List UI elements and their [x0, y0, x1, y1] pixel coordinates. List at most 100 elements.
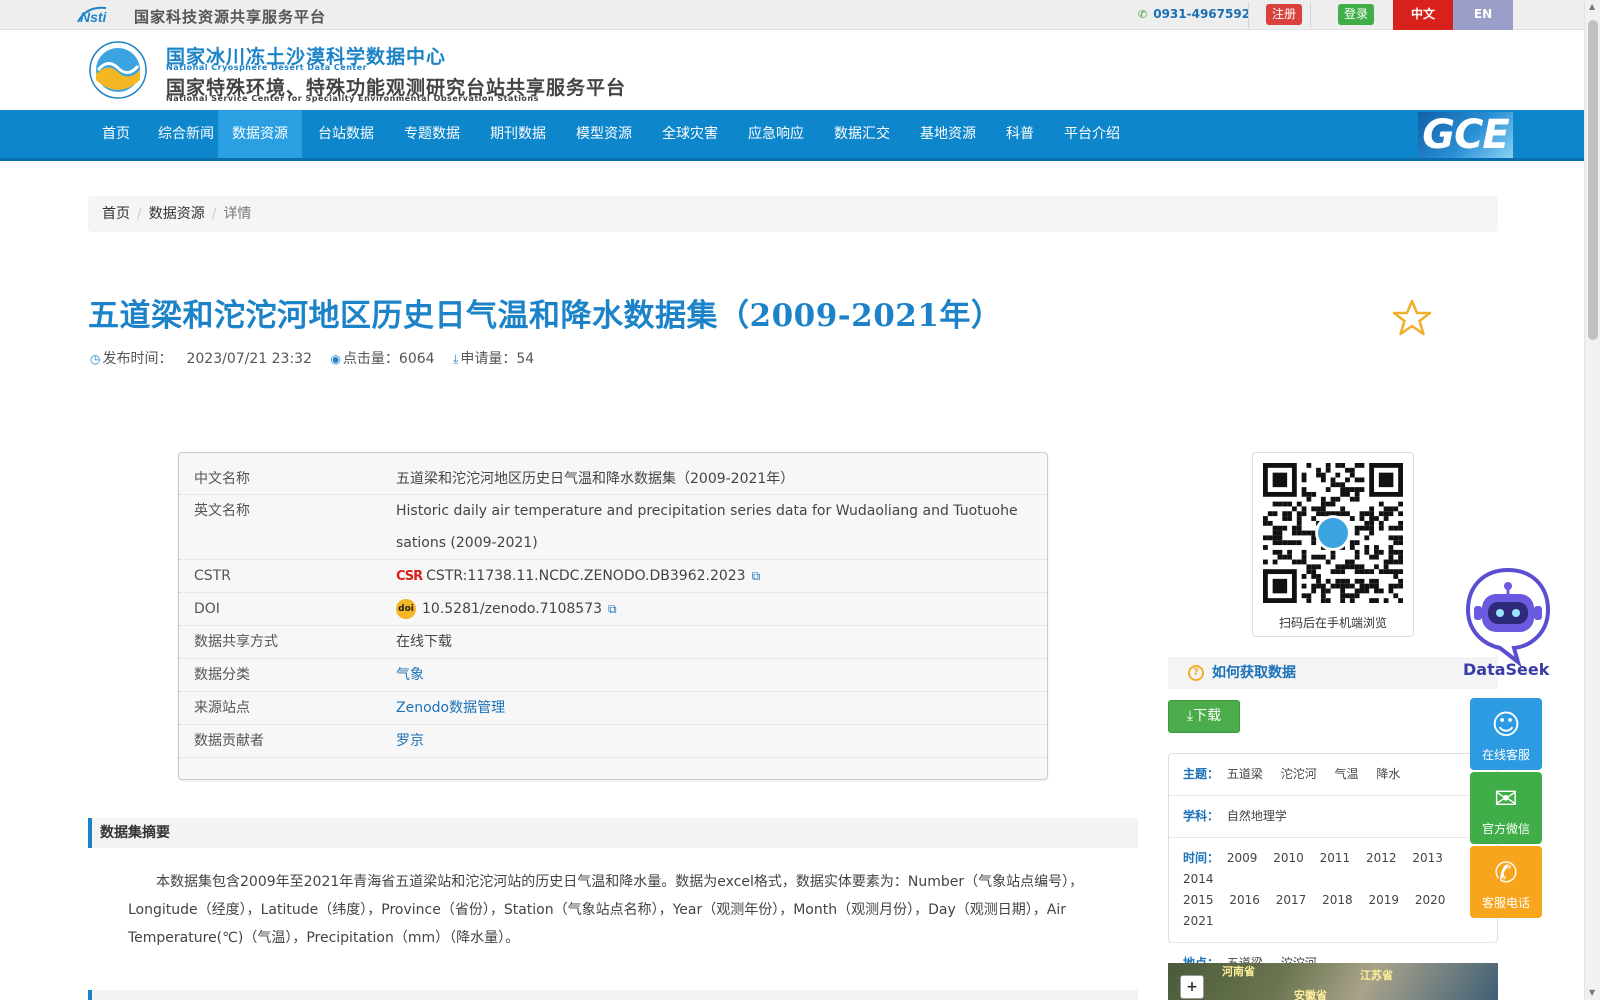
contributor-label: 数据贡献者 — [194, 733, 264, 749]
phone-number: 0931-4967592 — [1153, 7, 1251, 21]
dataset-info-table: 中文名称 五道梁和沱沱河地区历史日气温和降水数据集（2009-2021年） 英文… — [178, 452, 1048, 780]
nav-item-data-resources[interactable]: 数据资源 — [218, 110, 302, 158]
download-icon: ⤓ — [453, 352, 459, 366]
year-tag[interactable]: 2012 — [1366, 851, 1397, 865]
contributor-value: 罗京 — [396, 725, 1047, 757]
cstr-label: CSTR — [194, 568, 231, 584]
year-tag[interactable]: 2015 — [1183, 893, 1214, 907]
breadcrumb-data-resources[interactable]: 数据资源 — [149, 206, 205, 222]
year-tag[interactable]: 2009 — [1227, 851, 1258, 865]
qr-caption: 扫码后在手机端浏览 — [1278, 616, 1387, 630]
external-link-icon[interactable]: ⧉ — [752, 569, 761, 583]
clock-icon: ◷ — [90, 352, 101, 366]
location-map[interactable]: 河南省 江苏省 安徽省 + — [1168, 963, 1498, 1000]
year-tag[interactable]: 2014 — [1183, 872, 1214, 886]
breadcrumb-home[interactable]: 首页 — [102, 206, 130, 222]
theme-tag[interactable]: 五道梁 — [1227, 767, 1263, 781]
nav-item-base-resources[interactable]: 基地资源 — [906, 110, 990, 158]
nav-item-news[interactable]: 综合新闻 — [144, 110, 228, 158]
nav-item-about[interactable]: 平台介绍 — [1050, 110, 1134, 158]
nsti-logo-text: Nsti — [80, 9, 108, 25]
category-link[interactable]: 气象 — [396, 667, 424, 683]
site-header: 国家冰川冻土沙漠科学数据中心 National Cryosphere Deser… — [0, 30, 1584, 108]
online-service-button[interactable]: ☺ 在线客服 — [1470, 698, 1542, 770]
platform-name[interactable]: 国家科技资源共享服务平台 — [134, 6, 326, 27]
lang-english-button[interactable]: EN — [1453, 0, 1513, 30]
lang-chinese-button[interactable]: 中文 — [1393, 0, 1453, 30]
table-row: 英文名称 Historic daily air temperature and … — [179, 495, 1047, 560]
publish-label: 发布时间： — [102, 351, 173, 367]
abstract-text: 本数据集包含2009年至2021年青海省五道梁站和沱沱河站的历史日气温和降水量。… — [128, 874, 1084, 946]
phone-service-button[interactable]: ✆ 客服电话 — [1470, 846, 1542, 918]
map-label: 安徽省 — [1294, 989, 1327, 1000]
discipline-row: 学科： 自然地理学 — [1169, 796, 1497, 838]
table-row: 数据分类 气象 — [179, 659, 1047, 692]
contributor-link[interactable]: 罗京 — [396, 733, 424, 749]
download-button[interactable]: ⤓下载 — [1168, 700, 1240, 733]
how-to-get-data[interactable]: ? 如何获取数据 — [1168, 657, 1498, 689]
nav-item-station-data[interactable]: 台站数据 — [304, 110, 388, 158]
wechat-icon: ✉ — [1494, 782, 1518, 815]
cstr-id[interactable]: CSTR:11738.11.NCDC.ZENODO.DB3962.2023 — [426, 568, 745, 584]
gce-badge[interactable]: GCE — [1418, 112, 1513, 158]
year-tag[interactable]: 2017 — [1276, 893, 1307, 907]
login-button[interactable]: 登录 — [1338, 4, 1375, 25]
source-link[interactable]: Zenodo数据管理 — [396, 700, 505, 716]
map-zoom-in-button[interactable]: + — [1180, 975, 1204, 999]
map-label: 河南省 — [1222, 965, 1255, 978]
theme-tag[interactable]: 气温 — [1335, 767, 1359, 781]
nav-item-emergency[interactable]: 应急响应 — [734, 110, 818, 158]
breadcrumb-current: 详情 — [223, 206, 252, 222]
nav-item-home[interactable]: 首页 — [88, 110, 144, 158]
center-title-en: National Cryosphere Desert Data Center — [166, 63, 368, 72]
table-row: 来源站点 Zenodo数据管理 — [179, 692, 1047, 725]
year-tag[interactable]: 2011 — [1320, 851, 1351, 865]
dataseek-label[interactable]: DataSeek — [1463, 660, 1549, 679]
scroll-down-icon[interactable]: ▼ — [1589, 988, 1595, 997]
table-row: 中文名称 五道梁和沱沱河地区历史日气温和降水数据集（2009-2021年） — [179, 463, 1047, 495]
scroll-up-icon[interactable]: ▲ — [1589, 2, 1595, 11]
breadcrumb-separator: / — [137, 206, 142, 222]
map-label: 江苏省 — [1360, 969, 1393, 982]
cn-name-label: 中文名称 — [194, 471, 250, 487]
publish-time: ◷ 发布时间： 2023/07/21 23:32 — [90, 351, 312, 367]
qr-code-panel: 扫码后在手机端浏览 — [1252, 452, 1414, 637]
discipline-label: 学科： — [1183, 809, 1220, 823]
share-mode-label: 数据共享方式 — [194, 634, 278, 650]
nav-item-topic-data[interactable]: 专题数据 — [390, 110, 474, 158]
question-icon: ? — [1188, 665, 1204, 681]
data-center-logo[interactable] — [88, 40, 148, 100]
divider — [1310, 2, 1311, 28]
source-label: 来源站点 — [194, 700, 250, 716]
scrollbar-thumb[interactable] — [1588, 20, 1598, 340]
favorite-star-icon[interactable] — [1392, 298, 1432, 338]
theme-tag[interactable]: 沱沱河 — [1281, 767, 1317, 781]
page-scrollbar[interactable]: ▲ ▼ — [1584, 0, 1600, 1000]
register-button[interactable]: 注册 — [1266, 4, 1303, 25]
wechat-button[interactable]: ✉ 官方微信 — [1470, 772, 1542, 844]
nav-item-journal-data[interactable]: 期刊数据 — [476, 110, 560, 158]
discipline-tag[interactable]: 自然地理学 — [1227, 809, 1287, 823]
doi-id[interactable]: 10.5281/zenodo.7108573 — [422, 601, 602, 617]
request-count: ⤓ 申请量：54 — [453, 351, 534, 367]
qq-penguin-icon: ☺ — [1491, 708, 1521, 741]
theme-tag[interactable]: 降水 — [1376, 767, 1400, 781]
year-tag[interactable]: 2019 — [1369, 893, 1400, 907]
year-tag[interactable]: 2020 — [1415, 893, 1446, 907]
abstract-heading: 数据集摘要 — [88, 818, 1138, 848]
external-link-icon[interactable]: ⧉ — [608, 602, 617, 616]
nav-item-science[interactable]: 科普 — [992, 110, 1048, 158]
cstr-value: CSR CSTR:11738.11.NCDC.ZENODO.DB3962.2023… — [396, 560, 1047, 592]
nav-item-global-disasters[interactable]: 全球灾害 — [648, 110, 732, 158]
year-tag[interactable]: 2013 — [1412, 851, 1443, 865]
year-tag[interactable]: 2021 — [1183, 914, 1214, 928]
nav-item-models[interactable]: 模型资源 — [562, 110, 646, 158]
next-section-heading — [88, 990, 1138, 1000]
year-tag[interactable]: 2018 — [1322, 893, 1353, 907]
breadcrumb: 首页 / 数据资源 / 详情 — [88, 196, 1498, 232]
nav-item-data-submission[interactable]: 数据汇交 — [820, 110, 904, 158]
source-value: Zenodo数据管理 — [396, 692, 1047, 724]
publish-value: 2023/07/21 23:32 — [186, 351, 312, 367]
year-tag[interactable]: 2016 — [1229, 893, 1260, 907]
year-tag[interactable]: 2010 — [1273, 851, 1304, 865]
